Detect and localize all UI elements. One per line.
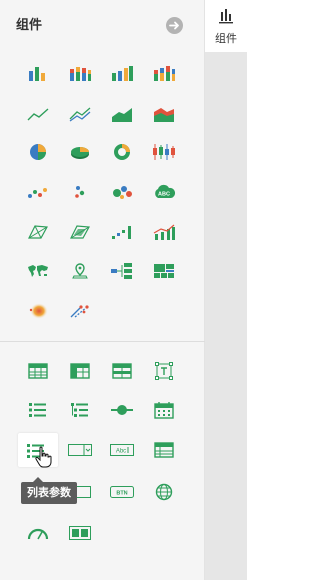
scatter-chart-icon [28,188,47,198]
tree-list-component[interactable] [60,393,100,427]
donut-chart-component[interactable] [102,135,142,169]
web-component[interactable] [144,475,184,509]
tab-components-label: 组件 [215,32,237,45]
bubble-small-chart-component[interactable] [60,175,100,209]
slider-icon [111,405,133,415]
panel-header: 组件 [0,0,205,48]
list-component[interactable] [18,393,58,427]
grouped-table-component[interactable] [102,354,142,388]
panel-title: 组件 [16,18,43,33]
candlestick-chart-icon [153,144,175,160]
tab-panel-component[interactable] [60,516,100,550]
stacked-bar-chart-alt-icon [154,66,175,81]
dropdown-component[interactable] [60,433,100,467]
bubble-chart-icon [113,186,132,199]
area-chart-icon [112,108,132,122]
bar-chart-icon [219,9,233,24]
button-icon: BTN [110,486,134,498]
bar-line-chart-component[interactable] [102,56,142,90]
bubble-small-chart-icon [75,186,85,198]
calendar-component[interactable] [144,393,184,427]
tab-components[interactable]: 组件 [205,0,247,52]
svg-text:BTN: BTN [116,491,127,497]
stacked-bar-chart-icon [70,67,91,81]
radar-chart-component[interactable] [18,215,58,249]
bar-chart-component[interactable] [18,56,58,90]
donut-chart-icon [114,144,130,160]
treemap-component[interactable] [144,254,184,288]
flow-map-icon [70,305,89,318]
button-component[interactable]: BTN [102,475,142,509]
flow-map-component[interactable] [60,294,100,328]
area-chart-component[interactable] [102,97,142,131]
svg-text:Abc: Abc [116,449,126,455]
right-sidebar: 组件 [205,0,247,580]
tree-diagram-component[interactable] [102,254,142,288]
cross-table-component[interactable] [60,354,100,388]
data-table-icon [154,442,174,458]
bar-line-chart-icon [112,66,133,81]
table-component[interactable] [18,354,58,388]
heatmap-component[interactable] [18,294,58,328]
multi-radar-chart-component[interactable] [60,215,100,249]
calendar-icon [154,402,174,419]
world-map-icon [28,265,48,277]
text-input-icon: Abc [110,444,134,456]
bar-line-trend-chart-icon [153,224,175,240]
table-icon [28,363,48,379]
stacked-area-chart-icon [154,108,174,122]
scatter-chart-component[interactable] [18,175,58,209]
component-panel: 组件 ABC Abc BTN 列表参数 [0,0,205,580]
line-chart-icon [27,108,49,121]
word-cloud-component[interactable]: ABC [144,175,184,209]
data-table-component[interactable] [144,433,184,467]
arrow-right-circle-icon [169,21,179,30]
text-box-component[interactable] [144,354,184,388]
treemap-icon [154,264,174,278]
multi-radar-chart-icon [70,225,90,239]
slider-component[interactable] [102,393,142,427]
heatmap-icon [29,303,48,319]
pie-3d-chart-component[interactable] [60,135,100,169]
radar-chart-icon [28,225,48,239]
tree-diagram-icon [111,263,132,279]
bar-line-trend-component[interactable] [144,215,184,249]
text-input-component[interactable]: Abc [102,433,142,467]
pie-3d-chart-icon [71,147,89,159]
component-tooltip: 列表参数 [21,477,77,504]
step-chart-icon [112,226,131,239]
list-icon [29,403,46,417]
candlestick-chart-component[interactable] [144,135,184,169]
dropdown-icon [68,444,92,456]
stacked-bar-alt-component[interactable] [144,56,184,90]
cross-table-icon [70,363,90,379]
stacked-bar-chart-component[interactable] [60,56,100,90]
location-map-icon [72,263,88,279]
section-divider [0,341,205,342]
tab-panel-icon [69,526,91,540]
stacked-area-chart-component[interactable] [144,97,184,131]
multi-line-chart-icon [69,107,91,122]
multi-line-chart-component[interactable] [60,97,100,131]
tree-list-icon [71,403,88,417]
web-icon [155,483,173,501]
gauge-icon [27,528,49,540]
text-box-icon [155,362,173,380]
bubble-chart-component[interactable] [102,175,142,209]
line-chart-component[interactable] [18,97,58,131]
collapse-panel-button[interactable] [166,17,183,34]
location-map-component[interactable] [60,254,100,288]
word-cloud-icon: ABC [155,184,176,198]
step-chart-component[interactable] [102,215,142,249]
grouped-table-icon [112,363,132,379]
pie-chart-component[interactable] [18,135,58,169]
gauge-component[interactable] [18,516,58,550]
pie-chart-icon [30,144,46,160]
hand-cursor-icon [35,446,52,468]
world-map-component[interactable] [18,254,58,288]
svg-text:ABC: ABC [158,192,170,198]
bar-chart-icon [29,67,45,81]
